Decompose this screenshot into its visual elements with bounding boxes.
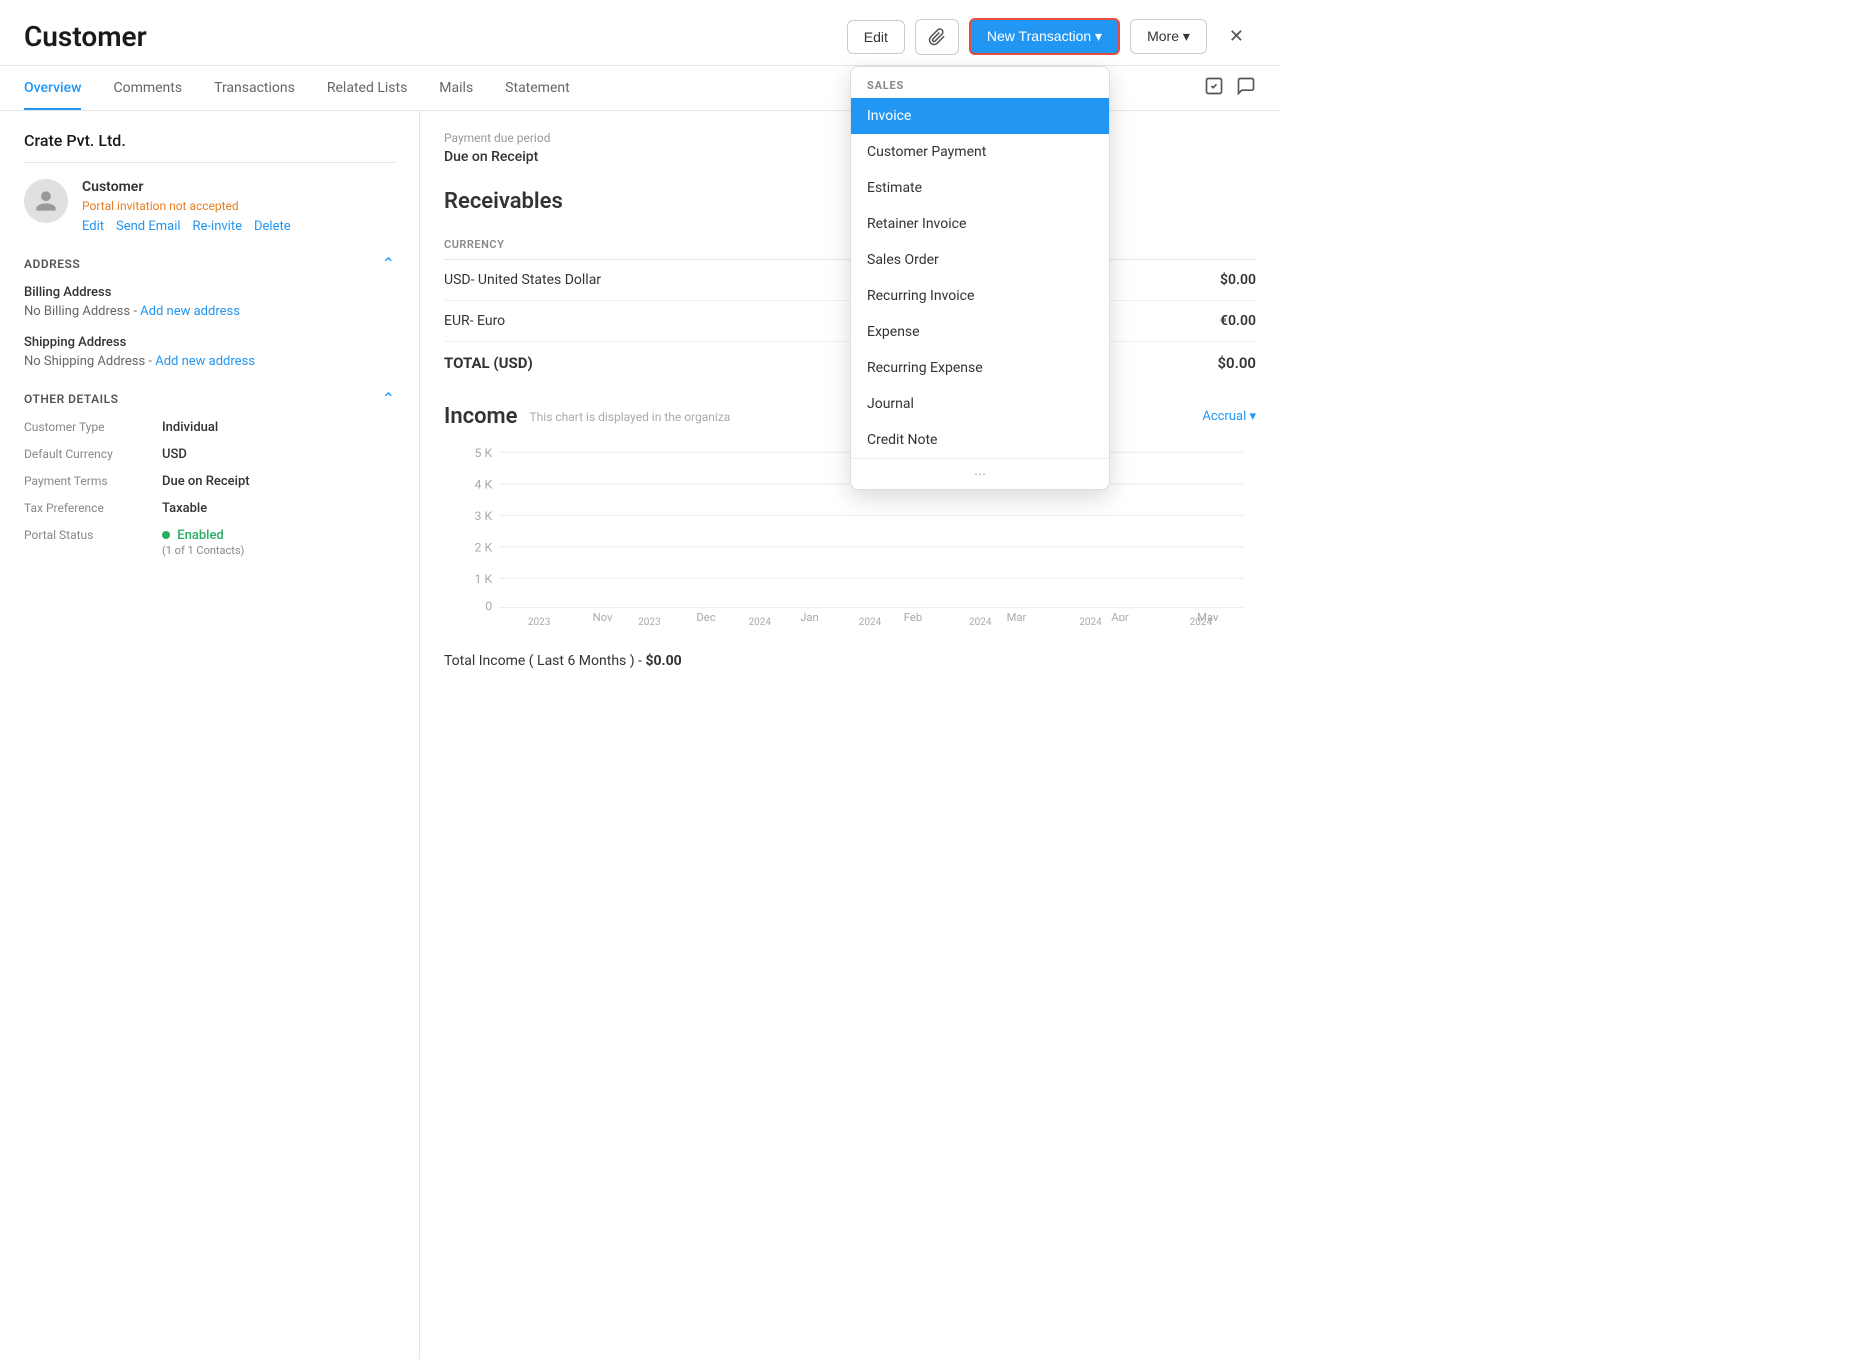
other-details-section-header: OTHER DETAILS ⌃: [24, 389, 395, 408]
shipping-address-value: No Shipping Address - Add new address: [24, 354, 395, 369]
chart-x-label-feb-year: 2024: [859, 617, 881, 628]
dropdown-item-journal[interactable]: Journal: [851, 386, 1109, 422]
dropdown-section-label: SALES: [851, 67, 1109, 98]
tab-icons: [1204, 76, 1256, 101]
shipping-add-link[interactable]: Add new address: [155, 354, 255, 369]
portal-warning: Portal invitation not accepted: [82, 199, 291, 213]
other-details-toggle[interactable]: ⌃: [382, 389, 395, 408]
chart-x-label-dec-year: 2023: [638, 617, 660, 628]
accrual-button[interactable]: Accrual ▾: [1202, 409, 1256, 424]
payment-terms-label: Payment Terms: [24, 474, 154, 489]
tab-comments[interactable]: Comments: [113, 66, 182, 110]
new-transaction-button[interactable]: New Transaction ▾: [969, 18, 1120, 55]
dropdown-item-recurring-invoice[interactable]: Recurring Invoice: [851, 278, 1109, 314]
income-subtitle: This chart is displayed in the organiza: [530, 410, 731, 424]
svg-text:Dec: Dec: [696, 611, 715, 621]
attachment-button[interactable]: [915, 19, 959, 55]
dropdown-item-recurring-expense[interactable]: Recurring Expense: [851, 350, 1109, 386]
more-button[interactable]: More ▾: [1130, 19, 1207, 54]
chart-x-label-nov-year: 2023: [528, 617, 550, 628]
shipping-address-label: Shipping Address: [24, 335, 395, 350]
svg-text:5 K: 5 K: [474, 447, 492, 461]
svg-text:Jan: Jan: [800, 611, 819, 621]
address-section-title: ADDRESS: [24, 257, 80, 271]
avatar: [24, 179, 68, 223]
billing-address-label: Billing Address: [24, 285, 395, 300]
default-currency-label: Default Currency: [24, 447, 154, 462]
total-income: Total Income ( Last 6 Months ) - $0.00: [444, 653, 1256, 669]
billing-add-link[interactable]: Add new address: [140, 304, 240, 319]
portal-status-value: Enabled (1 of 1 Contacts): [162, 528, 395, 558]
address-toggle[interactable]: ⌃: [382, 254, 395, 273]
other-details-title: OTHER DETAILS: [24, 392, 118, 406]
chart-x-label-mar-year: 2024: [969, 617, 991, 628]
svg-text:Apr: Apr: [1111, 611, 1129, 621]
page-title: Customer: [24, 20, 147, 53]
tax-preference-label: Tax Preference: [24, 501, 154, 516]
page-header: Customer Edit New Transaction ▾ More ▾ ✕: [0, 0, 1280, 66]
chart-x-label-may-year: 2024: [1190, 617, 1212, 628]
customer-type-label: Customer Type: [24, 420, 154, 435]
contact-info: Customer Portal invitation not accepted …: [82, 179, 291, 234]
customer-type-value: Individual: [162, 420, 395, 435]
contact-reinvite-link[interactable]: Re-invite: [193, 219, 242, 234]
left-panel: Crate Pvt. Ltd. Customer Portal invitati…: [0, 111, 420, 1359]
svg-text:Feb: Feb: [904, 611, 922, 621]
address-section-header: ADDRESS ⌃: [24, 254, 395, 273]
header-actions: Edit New Transaction ▾ More ▾ ✕: [847, 18, 1256, 55]
tab-related-lists[interactable]: Related Lists: [327, 66, 407, 110]
dropdown-item-estimate[interactable]: Estimate: [851, 170, 1109, 206]
dropdown-item-expense[interactable]: Expense: [851, 314, 1109, 350]
chart-x-label-jan-year: 2024: [748, 617, 770, 628]
svg-text:3 K: 3 K: [474, 510, 492, 524]
payment-terms-value: Due on Receipt: [162, 474, 395, 489]
tab-overview[interactable]: Overview: [24, 66, 81, 110]
shipping-address-block: Shipping Address No Shipping Address - A…: [24, 335, 395, 369]
edit-button[interactable]: Edit: [847, 20, 905, 54]
tab-statement[interactable]: Statement: [505, 66, 570, 110]
svg-text:1 K: 1 K: [474, 573, 492, 587]
contact-name: Customer: [82, 179, 291, 195]
contact-card: Customer Portal invitation not accepted …: [24, 179, 395, 234]
details-grid: Customer Type Individual Default Currenc…: [24, 420, 395, 558]
dropdown-scrollable: SALES Invoice Customer Payment Estimate …: [851, 67, 1109, 458]
contact-delete-link[interactable]: Delete: [254, 219, 291, 234]
new-transaction-dropdown: SALES Invoice Customer Payment Estimate …: [850, 66, 1110, 490]
chat-icon[interactable]: [1236, 76, 1256, 101]
close-button[interactable]: ✕: [1217, 18, 1256, 55]
dropdown-item-retainer-invoice[interactable]: Retainer Invoice: [851, 206, 1109, 242]
svg-text:Nov: Nov: [593, 611, 613, 621]
default-currency-value: USD: [162, 447, 395, 462]
contact-send-email-link[interactable]: Send Email: [116, 219, 181, 234]
contact-edit-link[interactable]: Edit: [82, 219, 104, 234]
tab-mails[interactable]: Mails: [439, 66, 473, 110]
billing-address-block: Billing Address No Billing Address - Add…: [24, 285, 395, 319]
svg-text:0: 0: [485, 600, 492, 614]
chart-x-label-apr-year: 2024: [1079, 617, 1101, 628]
dropdown-item-invoice[interactable]: Invoice: [851, 98, 1109, 134]
dropdown-item-credit-note[interactable]: Credit Note: [851, 422, 1109, 458]
checklist-icon[interactable]: [1204, 76, 1224, 101]
dropdown-item-sales-order[interactable]: Sales Order: [851, 242, 1109, 278]
company-name: Crate Pvt. Ltd.: [24, 131, 395, 163]
billing-address-value: No Billing Address - Add new address: [24, 304, 395, 319]
svg-text:2 K: 2 K: [474, 541, 492, 555]
dropdown-item-customer-payment[interactable]: Customer Payment: [851, 134, 1109, 170]
income-title: Income: [444, 404, 518, 429]
contact-links: Edit Send Email Re-invite Delete: [82, 219, 291, 234]
tab-transactions[interactable]: Transactions: [214, 66, 295, 110]
tax-preference-value: Taxable: [162, 501, 395, 516]
svg-text:Mar: Mar: [1007, 611, 1027, 621]
svg-text:4 K: 4 K: [474, 478, 492, 492]
portal-status-label: Portal Status: [24, 528, 154, 558]
